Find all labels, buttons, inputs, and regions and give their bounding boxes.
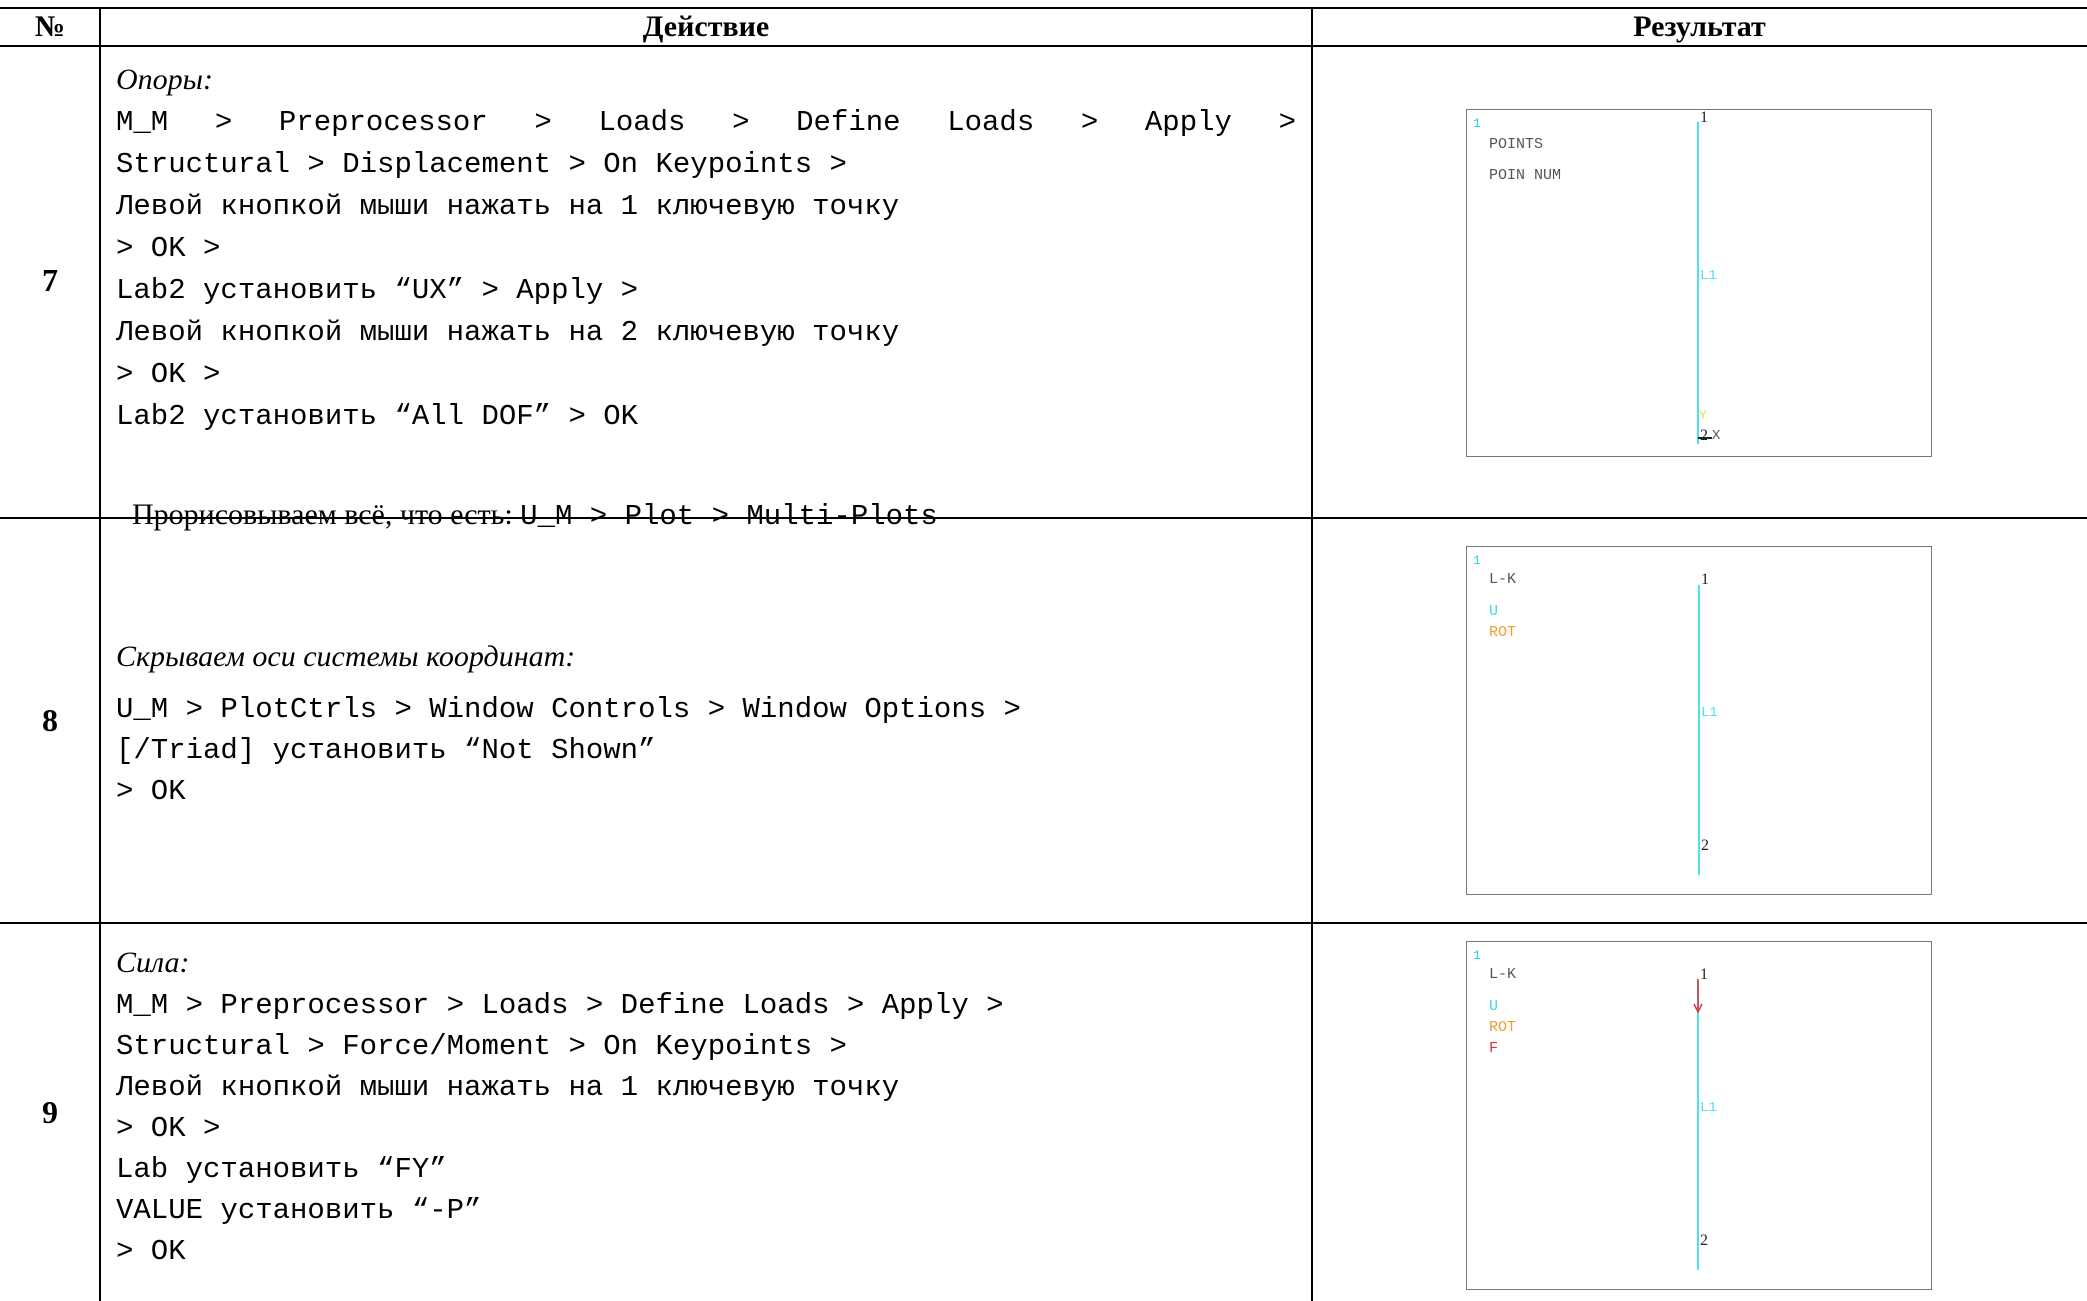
instruction-line: Левой кнопкой мыши нажать на 1 ключевую … — [116, 1071, 900, 1104]
plot-label: L-K — [1489, 966, 1517, 983]
row-8-bottom-border — [0, 922, 2087, 924]
plot-label-u: U — [1489, 603, 1499, 620]
plot-label: POINTS — [1489, 136, 1544, 153]
header-result: Результат — [1633, 10, 1766, 43]
plot-label-rot: ROT — [1489, 624, 1517, 641]
keypoint-label: 2 — [1701, 837, 1709, 854]
line-l1 — [1697, 980, 1699, 1270]
row-8-action: Скрываем оси системы координат: U_M > Pl… — [116, 637, 1296, 812]
result-plot-9: 1 L-K U ROT F 1 L1 2 — [1466, 941, 1932, 1290]
line-l1 — [1697, 122, 1699, 444]
footer-text: Прорисовываем всё, что есть: — [132, 498, 521, 531]
keypoint-label: 1 — [1700, 966, 1708, 983]
keypoint-label: 1 — [1700, 109, 1708, 126]
instruction-line: U_M > PlotCtrls > Window Controls > Wind… — [116, 693, 1021, 726]
instruction-line: Левой кнопкой мыши нажать на 1 ключевую … — [116, 190, 900, 223]
instruction-line: > OK > — [116, 358, 221, 391]
row-number: 7 — [42, 262, 58, 298]
row-number: 9 — [42, 1094, 58, 1130]
line-label: L1 — [1700, 268, 1717, 284]
instruction-line-justified: M_M > Preprocessor > Loads > Define Load… — [116, 106, 1296, 139]
keypoint-label: 2 — [1700, 1232, 1708, 1249]
axis-y-label: Y — [1699, 408, 1707, 423]
plot-label: POIN NUM — [1489, 167, 1562, 184]
plot-corner-label: 1 — [1473, 116, 1481, 131]
instruction-line: Lab установить “FY” — [116, 1153, 447, 1186]
line-l1 — [1698, 585, 1700, 875]
footer-line: Прорисовываем всё, что есть: U_M > Plot … — [116, 452, 1296, 533]
plot-label-rot: ROT — [1489, 1019, 1517, 1036]
line-label: L1 — [1700, 1100, 1717, 1116]
instruction-line: Lab2 установить “UX” > Apply > — [116, 274, 639, 307]
step-title: Опоры: — [116, 63, 213, 96]
instruction-line: Lab2 установить “All DOF” > OK — [116, 400, 639, 433]
step-title: Сила: — [116, 946, 190, 979]
result-plot-8: 1 L-K U ROT 1 L1 2 — [1466, 546, 1932, 895]
plot-label: L-K — [1489, 571, 1517, 588]
instruction-line: Structural > Force/Moment > On Keypoints… — [116, 1030, 847, 1063]
plot-label-f: F — [1489, 1040, 1499, 1057]
instruction-line: Левой кнопкой мыши нажать на 2 ключевую … — [116, 316, 900, 349]
col-action-border — [1311, 7, 1313, 1301]
instruction-line: > OK > — [116, 1112, 221, 1145]
header-num: № — [34, 10, 66, 43]
result-plot-7: 1 POINTS POIN NUM 1 L1 Y 2 X — [1466, 109, 1932, 457]
step-title: Скрываем оси системы координат: — [116, 640, 576, 673]
row-9-action: Сила: M_M > Preprocessor > Loads > Defin… — [116, 943, 1296, 1272]
instruction-line: M_M > Preprocessor > Loads > Define Load… — [116, 989, 1004, 1022]
plot-label-u: U — [1489, 998, 1499, 1015]
instruction-line: > OK — [116, 775, 186, 808]
instruction-line: > OK > — [116, 232, 221, 265]
row-7-action: Опоры: M_M > Preprocessor > Loads > Defi… — [116, 60, 1296, 533]
plot-corner-label: 1 — [1473, 553, 1481, 568]
force-arrow-icon — [1692, 979, 1704, 1015]
footer-code: U_M > Plot > Multi-Plots — [520, 500, 938, 533]
keypoint-label: 2 — [1700, 427, 1708, 444]
axis-x-line — [1698, 437, 1712, 439]
instruction-line: > OK — [116, 1235, 186, 1268]
row-number: 8 — [42, 702, 58, 738]
header-action: Действие — [642, 10, 770, 43]
instruction-line: Structural > Displacement > On Keypoints… — [116, 148, 847, 181]
line-label: L1 — [1701, 705, 1718, 721]
axis-x-label: X — [1712, 428, 1721, 444]
plot-corner-label: 1 — [1473, 948, 1481, 963]
instruction-line: [/Triad] установить “Not Shown” — [116, 734, 656, 767]
instruction-line: VALUE установить “-P” — [116, 1194, 482, 1227]
keypoint-label: 1 — [1701, 571, 1709, 588]
